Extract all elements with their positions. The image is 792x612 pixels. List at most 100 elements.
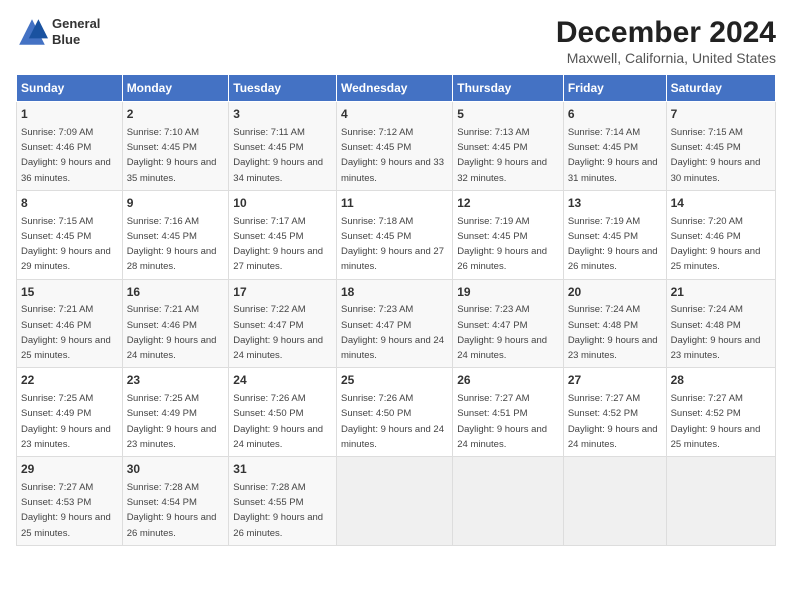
day-info: Sunrise: 7:26 AMSunset: 4:50 PMDaylight:… <box>233 393 323 450</box>
day-number: 21 <box>671 284 771 301</box>
calendar-cell: 19 Sunrise: 7:23 AMSunset: 4:47 PMDaylig… <box>453 279 564 368</box>
day-info: Sunrise: 7:21 AMSunset: 4:46 PMDaylight:… <box>127 304 217 361</box>
calendar-cell <box>453 457 564 546</box>
calendar-cell: 1 Sunrise: 7:09 AMSunset: 4:46 PMDayligh… <box>17 102 123 191</box>
day-number: 5 <box>457 106 559 123</box>
day-number: 10 <box>233 195 332 212</box>
calendar-cell: 13 Sunrise: 7:19 AMSunset: 4:45 PMDaylig… <box>563 190 666 279</box>
calendar-cell: 10 Sunrise: 7:17 AMSunset: 4:45 PMDaylig… <box>229 190 337 279</box>
calendar-cell: 27 Sunrise: 7:27 AMSunset: 4:52 PMDaylig… <box>563 368 666 457</box>
col-thursday: Thursday <box>453 75 564 102</box>
day-number: 13 <box>568 195 662 212</box>
day-number: 31 <box>233 461 332 478</box>
day-number: 27 <box>568 372 662 389</box>
day-info: Sunrise: 7:10 AMSunset: 4:45 PMDaylight:… <box>127 127 217 184</box>
day-number: 25 <box>341 372 448 389</box>
calendar-cell: 11 Sunrise: 7:18 AMSunset: 4:45 PMDaylig… <box>337 190 453 279</box>
calendar-cell: 14 Sunrise: 7:20 AMSunset: 4:46 PMDaylig… <box>666 190 775 279</box>
calendar-cell: 3 Sunrise: 7:11 AMSunset: 4:45 PMDayligh… <box>229 102 337 191</box>
calendar-cell <box>563 457 666 546</box>
day-info: Sunrise: 7:28 AMSunset: 4:54 PMDaylight:… <box>127 482 217 539</box>
page-container: General Blue December 2024 Maxwell, Cali… <box>16 16 776 546</box>
col-saturday: Saturday <box>666 75 775 102</box>
day-number: 9 <box>127 195 225 212</box>
calendar-cell: 15 Sunrise: 7:21 AMSunset: 4:46 PMDaylig… <box>17 279 123 368</box>
calendar-cell: 24 Sunrise: 7:26 AMSunset: 4:50 PMDaylig… <box>229 368 337 457</box>
day-number: 7 <box>671 106 771 123</box>
day-info: Sunrise: 7:21 AMSunset: 4:46 PMDaylight:… <box>21 304 111 361</box>
col-wednesday: Wednesday <box>337 75 453 102</box>
calendar-cell: 16 Sunrise: 7:21 AMSunset: 4:46 PMDaylig… <box>122 279 229 368</box>
calendar-cell: 17 Sunrise: 7:22 AMSunset: 4:47 PMDaylig… <box>229 279 337 368</box>
col-sunday: Sunday <box>17 75 123 102</box>
day-number: 28 <box>671 372 771 389</box>
day-number: 23 <box>127 372 225 389</box>
day-info: Sunrise: 7:19 AMSunset: 4:45 PMDaylight:… <box>568 216 658 273</box>
header: General Blue December 2024 Maxwell, Cali… <box>16 16 776 66</box>
day-info: Sunrise: 7:23 AMSunset: 4:47 PMDaylight:… <box>457 304 547 361</box>
day-info: Sunrise: 7:27 AMSunset: 4:53 PMDaylight:… <box>21 482 111 539</box>
title-area: December 2024 Maxwell, California, Unite… <box>556 16 776 66</box>
day-number: 19 <box>457 284 559 301</box>
logo: General Blue <box>16 16 100 48</box>
calendar-cell: 2 Sunrise: 7:10 AMSunset: 4:45 PMDayligh… <box>122 102 229 191</box>
calendar-cell: 26 Sunrise: 7:27 AMSunset: 4:51 PMDaylig… <box>453 368 564 457</box>
day-number: 16 <box>127 284 225 301</box>
day-info: Sunrise: 7:11 AMSunset: 4:45 PMDaylight:… <box>233 127 323 184</box>
calendar-cell: 28 Sunrise: 7:27 AMSunset: 4:52 PMDaylig… <box>666 368 775 457</box>
day-number: 3 <box>233 106 332 123</box>
day-info: Sunrise: 7:27 AMSunset: 4:52 PMDaylight:… <box>568 393 658 450</box>
day-info: Sunrise: 7:26 AMSunset: 4:50 PMDaylight:… <box>341 393 444 450</box>
calendar-cell: 8 Sunrise: 7:15 AMSunset: 4:45 PMDayligh… <box>17 190 123 279</box>
day-info: Sunrise: 7:28 AMSunset: 4:55 PMDaylight:… <box>233 482 323 539</box>
col-monday: Monday <box>122 75 229 102</box>
col-friday: Friday <box>563 75 666 102</box>
day-info: Sunrise: 7:27 AMSunset: 4:52 PMDaylight:… <box>671 393 761 450</box>
day-number: 18 <box>341 284 448 301</box>
day-number: 11 <box>341 195 448 212</box>
day-number: 1 <box>21 106 118 123</box>
day-number: 2 <box>127 106 225 123</box>
day-info: Sunrise: 7:15 AMSunset: 4:45 PMDaylight:… <box>21 216 111 273</box>
calendar-cell: 9 Sunrise: 7:16 AMSunset: 4:45 PMDayligh… <box>122 190 229 279</box>
calendar-cell <box>666 457 775 546</box>
day-info: Sunrise: 7:20 AMSunset: 4:46 PMDaylight:… <box>671 216 761 273</box>
day-info: Sunrise: 7:25 AMSunset: 4:49 PMDaylight:… <box>127 393 217 450</box>
subtitle: Maxwell, California, United States <box>556 50 776 66</box>
calendar-cell: 29 Sunrise: 7:27 AMSunset: 4:53 PMDaylig… <box>17 457 123 546</box>
col-tuesday: Tuesday <box>229 75 337 102</box>
calendar-cell: 12 Sunrise: 7:19 AMSunset: 4:45 PMDaylig… <box>453 190 564 279</box>
calendar-cell: 7 Sunrise: 7:15 AMSunset: 4:45 PMDayligh… <box>666 102 775 191</box>
day-number: 15 <box>21 284 118 301</box>
day-info: Sunrise: 7:15 AMSunset: 4:45 PMDaylight:… <box>671 127 761 184</box>
main-title: December 2024 <box>556 16 776 50</box>
day-info: Sunrise: 7:23 AMSunset: 4:47 PMDaylight:… <box>341 304 444 361</box>
day-info: Sunrise: 7:09 AMSunset: 4:46 PMDaylight:… <box>21 127 111 184</box>
calendar-cell: 30 Sunrise: 7:28 AMSunset: 4:54 PMDaylig… <box>122 457 229 546</box>
day-number: 6 <box>568 106 662 123</box>
day-number: 17 <box>233 284 332 301</box>
calendar-table: Sunday Monday Tuesday Wednesday Thursday… <box>16 74 776 546</box>
day-info: Sunrise: 7:22 AMSunset: 4:47 PMDaylight:… <box>233 304 323 361</box>
day-number: 26 <box>457 372 559 389</box>
calendar-cell <box>337 457 453 546</box>
calendar-week-row: 1 Sunrise: 7:09 AMSunset: 4:46 PMDayligh… <box>17 102 776 191</box>
day-number: 24 <box>233 372 332 389</box>
calendar-week-row: 15 Sunrise: 7:21 AMSunset: 4:46 PMDaylig… <box>17 279 776 368</box>
day-info: Sunrise: 7:14 AMSunset: 4:45 PMDaylight:… <box>568 127 658 184</box>
day-info: Sunrise: 7:12 AMSunset: 4:45 PMDaylight:… <box>341 127 444 184</box>
calendar-cell: 5 Sunrise: 7:13 AMSunset: 4:45 PMDayligh… <box>453 102 564 191</box>
day-info: Sunrise: 7:18 AMSunset: 4:45 PMDaylight:… <box>341 216 444 273</box>
generalblue-logo-icon <box>16 16 48 48</box>
day-number: 8 <box>21 195 118 212</box>
day-info: Sunrise: 7:25 AMSunset: 4:49 PMDaylight:… <box>21 393 111 450</box>
calendar-cell: 20 Sunrise: 7:24 AMSunset: 4:48 PMDaylig… <box>563 279 666 368</box>
day-number: 20 <box>568 284 662 301</box>
calendar-cell: 21 Sunrise: 7:24 AMSunset: 4:48 PMDaylig… <box>666 279 775 368</box>
day-info: Sunrise: 7:17 AMSunset: 4:45 PMDaylight:… <box>233 216 323 273</box>
calendar-cell: 18 Sunrise: 7:23 AMSunset: 4:47 PMDaylig… <box>337 279 453 368</box>
day-info: Sunrise: 7:24 AMSunset: 4:48 PMDaylight:… <box>671 304 761 361</box>
day-info: Sunrise: 7:19 AMSunset: 4:45 PMDaylight:… <box>457 216 547 273</box>
day-number: 22 <box>21 372 118 389</box>
calendar-week-row: 8 Sunrise: 7:15 AMSunset: 4:45 PMDayligh… <box>17 190 776 279</box>
